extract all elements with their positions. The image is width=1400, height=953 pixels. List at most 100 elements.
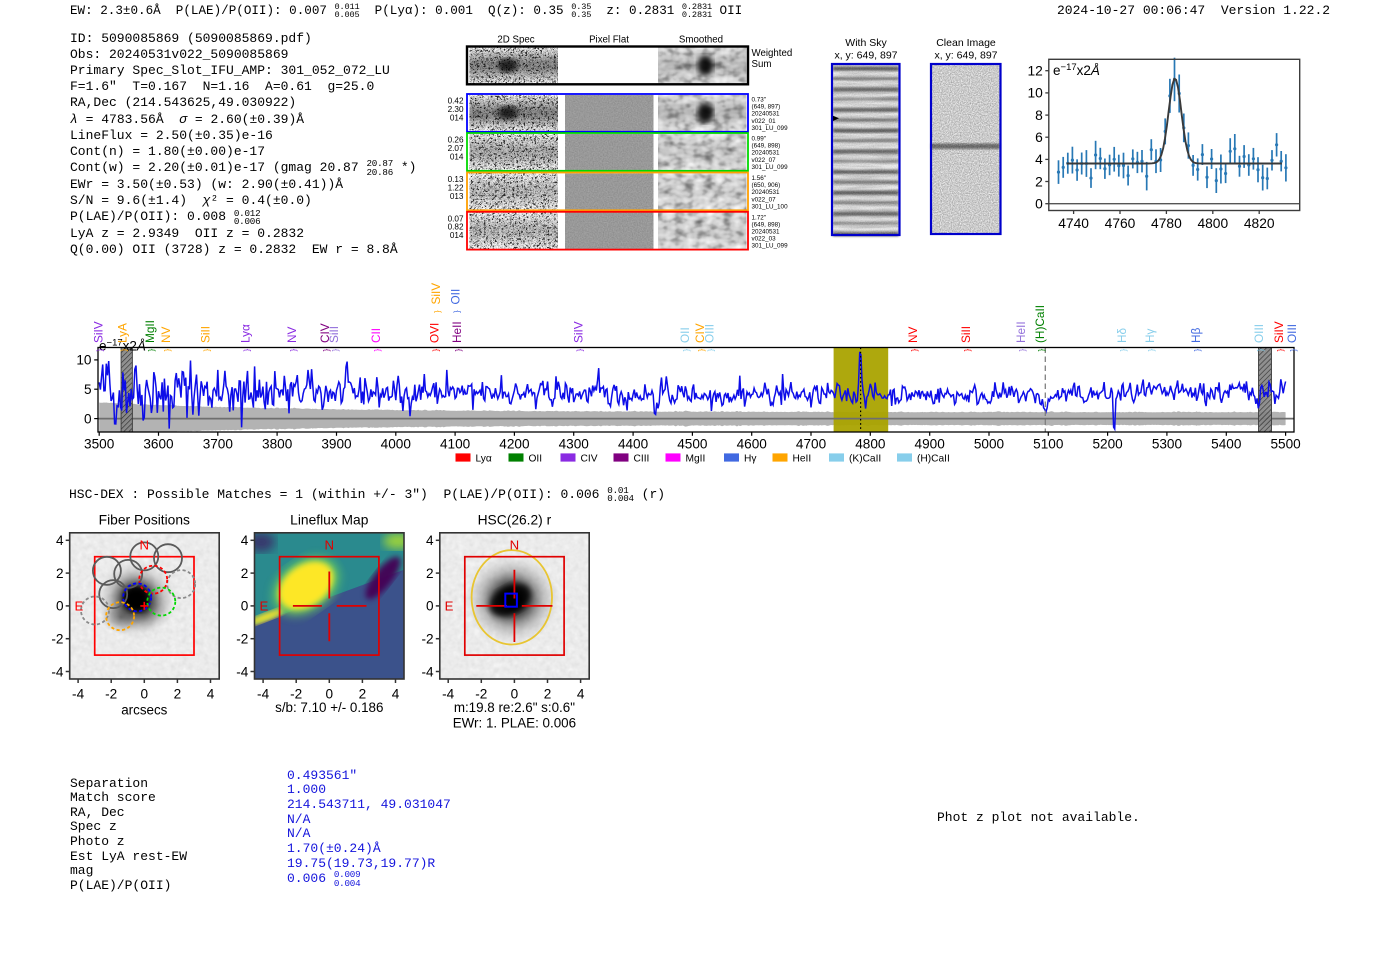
svg-text:OIII: OIII [703, 324, 717, 343]
svg-text:E: E [260, 599, 269, 614]
svg-text:}: } [962, 349, 972, 352]
svg-text:2: 2 [174, 687, 182, 702]
svg-text:-2: -2 [105, 687, 117, 702]
svg-text:With Sky: With Sky [845, 37, 887, 49]
svg-text:20240531: 20240531 [752, 111, 781, 118]
svg-text:}: } [575, 349, 585, 352]
svg-text:}: } [909, 349, 919, 352]
svg-text:-2: -2 [51, 632, 63, 647]
svg-text:Fiber Positions: Fiber Positions [99, 513, 190, 528]
svg-text:}: } [1017, 349, 1027, 352]
svg-text:}: } [452, 310, 462, 313]
svg-text:5500: 5500 [1270, 437, 1301, 452]
svg-text:4300: 4300 [559, 437, 590, 452]
svg-text:SiII: SiII [199, 326, 213, 343]
svg-text:Clean Image: Clean Image [936, 37, 996, 49]
svg-text:OIII: OIII [1285, 324, 1299, 343]
svg-text:2: 2 [241, 566, 249, 581]
svg-text:}: } [706, 349, 716, 352]
svg-text:m:19.8 re:2.6" s:0.6": m:19.8 re:2.6" s:0.6" [454, 700, 575, 715]
svg-text:1.72": 1.72" [752, 214, 767, 221]
svg-text:0: 0 [56, 599, 64, 614]
svg-text:0: 0 [426, 599, 434, 614]
svg-text:s/b: 7.10 +/- 0.186: s/b: 7.10 +/- 0.186 [275, 700, 383, 715]
svg-text:4: 4 [56, 533, 64, 548]
svg-text:2: 2 [1035, 174, 1043, 189]
svg-text:N: N [510, 538, 520, 553]
svg-text:0: 0 [84, 411, 92, 426]
svg-text:EWr: 1. PLAE: 0.006: EWr: 1. PLAE: 0.006 [453, 716, 576, 731]
svg-text:(649, 897): (649, 897) [752, 104, 781, 111]
svg-text:4760: 4760 [1105, 216, 1136, 231]
svg-text:014: 014 [450, 113, 464, 122]
svg-text:NV: NV [159, 326, 173, 343]
svg-text:}: } [1146, 349, 1156, 352]
svg-text:301_LU_099: 301_LU_099 [752, 125, 789, 132]
svg-text:0: 0 [1035, 197, 1043, 212]
svg-text:x, y: 649, 897: x, y: 649, 897 [834, 50, 897, 62]
svg-text:4740: 4740 [1058, 216, 1089, 231]
svg-text:}: } [95, 349, 105, 352]
svg-text:(H)CaII: (H)CaII [917, 453, 950, 464]
svg-text:HeII: HeII [450, 321, 464, 343]
svg-text:HSC(26.2) r: HSC(26.2) r [478, 513, 552, 528]
svg-text:v022_07: v022_07 [752, 157, 777, 164]
svg-text:4700: 4700 [796, 437, 827, 452]
svg-text:v022_03: v022_03 [752, 236, 777, 243]
svg-text:4900: 4900 [915, 437, 946, 452]
svg-text:}: } [242, 349, 252, 352]
svg-text:-4: -4 [51, 664, 64, 679]
svg-text:OII: OII [449, 289, 463, 305]
svg-text:3600: 3600 [143, 437, 174, 452]
svg-text:4: 4 [1035, 152, 1043, 167]
svg-text:SiIV: SiIV [429, 283, 443, 305]
svg-text:-4: -4 [442, 687, 455, 702]
svg-text:20240531: 20240531 [752, 229, 781, 236]
svg-text:5300: 5300 [1152, 437, 1183, 452]
svg-text:20240531: 20240531 [752, 150, 781, 157]
svg-text:4200: 4200 [499, 437, 530, 452]
svg-text:4: 4 [577, 687, 585, 702]
svg-text:Hγ: Hγ [1143, 328, 1157, 343]
svg-text:4: 4 [241, 533, 249, 548]
svg-text:0: 0 [241, 599, 249, 614]
svg-text:2D Spec: 2D Spec [497, 35, 534, 46]
svg-text:4820: 4820 [1244, 216, 1275, 231]
svg-text:4600: 4600 [737, 437, 768, 452]
svg-text:Lyα: Lyα [476, 453, 492, 464]
svg-text:CIII: CIII [634, 453, 650, 464]
svg-text:}: } [431, 349, 441, 352]
svg-text:NV: NV [285, 326, 299, 343]
svg-text:3900: 3900 [321, 437, 352, 452]
svg-text:}: } [432, 310, 442, 313]
svg-text:12: 12 [1027, 64, 1042, 79]
svg-text:MgII: MgII [143, 320, 157, 343]
svg-text:}: } [1288, 349, 1298, 352]
svg-text:E: E [75, 599, 84, 614]
svg-text:301_LU_099: 301_LU_099 [752, 164, 789, 171]
svg-text:arcsecs: arcsecs [121, 703, 167, 718]
svg-text:x, y: 649, 897: x, y: 649, 897 [934, 50, 997, 62]
svg-text:3500: 3500 [84, 437, 115, 452]
svg-text:4: 4 [207, 687, 215, 702]
svg-text:OVI: OVI [428, 323, 442, 343]
svg-text:4800: 4800 [1197, 216, 1228, 231]
svg-text:NV: NV [906, 326, 920, 343]
svg-text:-4: -4 [236, 664, 249, 679]
svg-text:Lyα: Lyα [239, 324, 253, 343]
svg-text:N: N [325, 538, 335, 553]
svg-text:Pixel Flat: Pixel Flat [589, 35, 629, 46]
svg-text:OII: OII [529, 453, 543, 464]
svg-text:OIII: OIII [1252, 324, 1266, 343]
svg-text:N: N [140, 538, 150, 553]
svg-text:301_LU_100: 301_LU_100 [752, 203, 789, 210]
svg-text:-4: -4 [257, 687, 270, 702]
svg-text:(649, 898): (649, 898) [752, 143, 781, 150]
svg-text:301_LU_099: 301_LU_099 [752, 243, 789, 250]
svg-text:20240531: 20240531 [752, 189, 781, 196]
svg-text:OII: OII [678, 327, 692, 343]
svg-text:}: } [1192, 349, 1202, 352]
svg-text:}: } [330, 349, 340, 352]
svg-text:}: } [1255, 349, 1265, 352]
svg-text:2: 2 [426, 566, 434, 581]
